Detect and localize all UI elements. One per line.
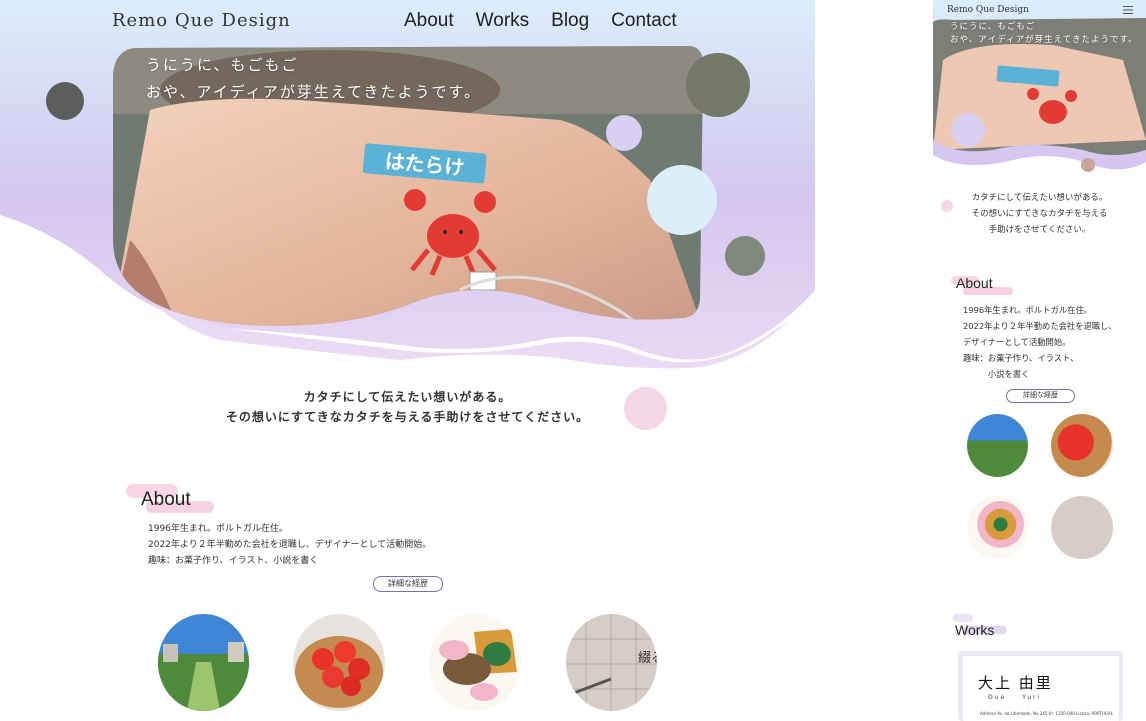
- mobile-preview: Remo Que Design うにうに、もごもご おや、アイディアが芽生えてき…: [933, 0, 1146, 721]
- pink-decor-dot: [624, 387, 667, 430]
- mobile-tagline: カタチにして伝えたい想いがある。 その想いにすてきなカタチを与える 手助けをさせ…: [933, 190, 1146, 238]
- mobile-about-text: 1996年生まれ。ポルトガル在住。 2022年より２年半勤めた会社を退職し、 デ…: [963, 302, 1117, 382]
- mobile-hero-copy: うにうに、もごもご おや、アイディアが芽生えてきたようです。: [950, 21, 1138, 47]
- hero-copy: うにうに、もごもご おや、アイディアが芽生えてきたようです。: [146, 52, 481, 106]
- mobile-works-heading: Works: [955, 622, 995, 638]
- mobile-hero-line-2: おや、アイディアが芽生えてきたようです。: [950, 35, 1138, 45]
- mobile-about-line: 1996年生まれ。ポルトガル在住。: [963, 305, 1093, 315]
- hero-line-1: うにうに、もごもご: [146, 56, 299, 74]
- mobile-site-logo[interactable]: Remo Que Design: [947, 5, 1029, 15]
- nav-blog[interactable]: Blog: [551, 10, 589, 32]
- park-photo: [158, 614, 249, 711]
- tagline: カタチにして伝えたい想いがある。 その想いにすてきなカタチを与える手助けをさせて…: [0, 387, 815, 427]
- mobile-pen-manuscript-photo: [1051, 496, 1113, 559]
- main-nav: About Works Blog Contact: [404, 10, 677, 32]
- detail-history-button[interactable]: 詳細な経歴: [373, 576, 443, 592]
- hero-line-2: おや、アイディアが芽生えてきたようです。: [146, 83, 482, 101]
- pen-manuscript-photo: 綴る: [566, 614, 657, 711]
- mobile-works-brush: [953, 614, 973, 622]
- site-logo[interactable]: Remo Que Design: [112, 10, 291, 31]
- card-address: Address Av. da Liberdade, No.245 6º, 125…: [980, 711, 1113, 716]
- mobile-duck-illustration: [967, 496, 1028, 559]
- about-text: 1996年生まれ。ポルトガル在住。 2022年より２年半勤めた会社を退職し、デザ…: [148, 521, 431, 569]
- card-romaji: Oue Yuri: [988, 694, 1042, 701]
- mobile-about-line: 小説を書く: [963, 369, 1030, 379]
- nav-works[interactable]: Works: [476, 10, 529, 32]
- mobile-about-line: 2022年より２年半勤めた会社を退職し、: [963, 321, 1117, 331]
- strawberry-tart-photo: [293, 614, 385, 711]
- deco-circle: [686, 53, 750, 117]
- desktop-preview: はたらけ Remo Que Design About Works Blog Co…: [0, 0, 815, 721]
- mobile-about-heading: About: [956, 275, 993, 291]
- mobile-strawberry-tart-photo: [1051, 414, 1113, 477]
- mobile-tagline-line: カタチにして伝えたい想いがある。: [971, 193, 1108, 203]
- about-heading: About: [141, 489, 191, 510]
- mobile-park-photo: [967, 414, 1028, 477]
- tagline-line-2: その想いにすてきなカタチを与える手助けをさせてください。: [225, 410, 590, 424]
- mobile-about-line: 趣味：お菓子作り、イラスト、: [963, 353, 1079, 363]
- manuscript-text: 綴る: [638, 651, 657, 666]
- duck-illustration: [429, 614, 521, 711]
- card-name: 大上 由里: [978, 674, 1053, 692]
- about-line: 1996年生まれ。ポルトガル在住。: [148, 524, 288, 534]
- nav-about[interactable]: About: [404, 10, 454, 32]
- about-line: 趣味：お菓子作り、イラスト、小説を書く: [148, 556, 319, 566]
- nav-contact[interactable]: Contact: [611, 10, 676, 32]
- mobile-tagline-line: その想いにすてきなカタチを与える: [971, 209, 1108, 219]
- about-line: 2022年より２年半勤めた会社を退職し、デザイナーとして活動開始。: [148, 540, 432, 550]
- mobile-about-line: デザイナーとして活動開始。: [963, 337, 1071, 347]
- hamburger-menu-icon[interactable]: [1123, 6, 1133, 14]
- mobile-detail-history-button[interactable]: 詳細な経歴: [1006, 389, 1075, 403]
- mobile-tagline-line: 手助けをさせてください。: [988, 225, 1091, 235]
- mobile-hero-line-1: うにうに、もごもご: [950, 22, 1036, 32]
- tagline-line-1: カタチにして伝えたい想いがある。: [303, 390, 512, 404]
